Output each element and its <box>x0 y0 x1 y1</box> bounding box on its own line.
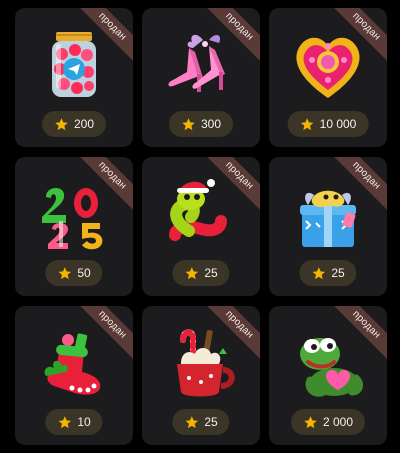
gift-card-pink-heels[interactable]: продан 300 <box>142 8 260 147</box>
price-badge: 25 <box>172 260 230 286</box>
price-badge: 50 <box>45 260 103 286</box>
price-value: 10 <box>77 415 91 429</box>
price-badge: 10 <box>45 409 103 435</box>
price-value: 50 <box>77 266 91 280</box>
gift-card-christmas-stocking[interactable]: продан 10 <box>15 306 133 445</box>
gift-card-snake-gift-box[interactable]: продан 25 <box>269 157 387 296</box>
gift-card-snake-santa[interactable]: продан 25 <box>142 157 260 296</box>
price-value: 200 <box>73 117 95 131</box>
price-value: 10 000 <box>319 117 357 131</box>
price-badge: 300 <box>168 111 234 137</box>
star-icon <box>185 415 199 428</box>
star-icon <box>300 117 314 130</box>
star-icon <box>55 117 68 130</box>
star-icon <box>58 415 72 428</box>
snake-gift-box-icon <box>269 169 387 257</box>
star-icon <box>185 266 199 279</box>
candy-jar-icon <box>15 20 133 108</box>
star-icon <box>58 266 72 279</box>
year-2025-icon <box>15 169 133 257</box>
price-badge: 10 000 <box>287 111 369 137</box>
price-value: 300 <box>200 117 222 131</box>
star-icon <box>304 415 317 428</box>
gift-card-heart-locket[interactable]: продан 10 000 <box>269 8 387 147</box>
gift-card-cocoa-mug[interactable]: продан 25 <box>142 306 260 445</box>
gift-grid: продан 200 продан 300 продан 10 000 прод… <box>15 8 387 445</box>
price-value: 25 <box>331 266 345 280</box>
gift-card-2025[interactable]: продан 50 <box>15 157 133 296</box>
snake-santa-hat-icon <box>142 169 260 257</box>
star-icon <box>182 117 195 130</box>
pepe-frog-icon <box>269 318 387 406</box>
price-badge: 200 <box>41 111 107 137</box>
price-value: 2 000 <box>322 415 354 429</box>
heart-locket-icon <box>269 20 387 108</box>
star-icon <box>312 266 326 279</box>
price-badge: 2 000 <box>290 409 366 435</box>
price-value: 25 <box>204 415 218 429</box>
gift-card-pepe-frog[interactable]: продан 2 000 <box>269 306 387 445</box>
price-badge: 25 <box>172 409 230 435</box>
price-value: 25 <box>204 266 218 280</box>
pink-heels-icon <box>142 20 260 108</box>
cocoa-mug-icon <box>142 318 260 406</box>
christmas-stocking-icon <box>15 318 133 406</box>
gift-card-candy-jar[interactable]: продан 200 <box>15 8 133 147</box>
price-badge: 25 <box>299 260 357 286</box>
